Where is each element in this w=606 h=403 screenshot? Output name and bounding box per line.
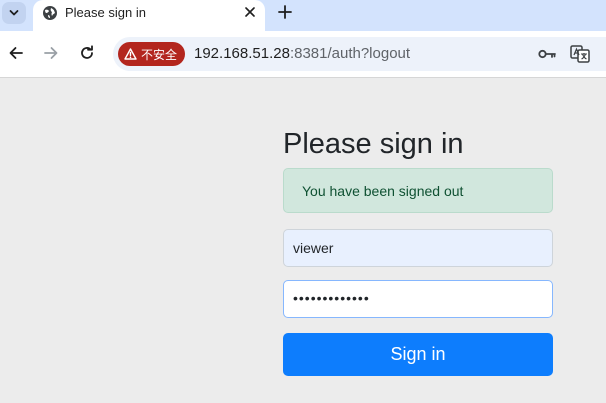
page-content: Please sign in You have been signed out … bbox=[0, 79, 606, 403]
password-input[interactable]: ••••••••••••• bbox=[283, 280, 553, 318]
url-text[interactable]: 192.168.51.28:8381/auth?logout bbox=[194, 45, 410, 62]
signed-out-alert: You have been signed out bbox=[283, 168, 553, 213]
security-label: 不安全 bbox=[141, 47, 178, 62]
reload-icon[interactable] bbox=[78, 44, 96, 62]
back-arrow-icon[interactable] bbox=[7, 44, 25, 62]
tab-title: Please sign in bbox=[65, 5, 146, 20]
security-warning-chip[interactable]: 不安全 bbox=[118, 42, 185, 66]
tab-strip: Please sign in bbox=[0, 0, 606, 31]
chevron-down-icon bbox=[9, 10, 19, 16]
url-path: :8381/auth?logout bbox=[289, 45, 411, 62]
password-key-icon[interactable] bbox=[537, 45, 557, 63]
page-title: Please sign in bbox=[283, 128, 464, 160]
address-bar[interactable]: 不安全 192.168.51.28:8381/auth?logout bbox=[113, 37, 606, 71]
translate-icon[interactable] bbox=[570, 45, 590, 63]
active-tab[interactable]: Please sign in bbox=[33, 0, 265, 31]
browser-toolbar: 不安全 192.168.51.28:8381/auth?logout bbox=[0, 31, 606, 78]
sign-in-button[interactable]: Sign in bbox=[283, 333, 553, 376]
globe-icon bbox=[43, 6, 57, 20]
new-tab-plus-icon[interactable] bbox=[276, 3, 294, 21]
url-host: 192.168.51.28 bbox=[194, 45, 290, 62]
forward-arrow-icon[interactable] bbox=[42, 44, 60, 62]
tab-search-button[interactable] bbox=[2, 2, 26, 24]
close-icon[interactable] bbox=[242, 4, 258, 20]
warning-triangle-icon bbox=[124, 48, 137, 60]
username-input[interactable]: viewer bbox=[283, 229, 553, 267]
